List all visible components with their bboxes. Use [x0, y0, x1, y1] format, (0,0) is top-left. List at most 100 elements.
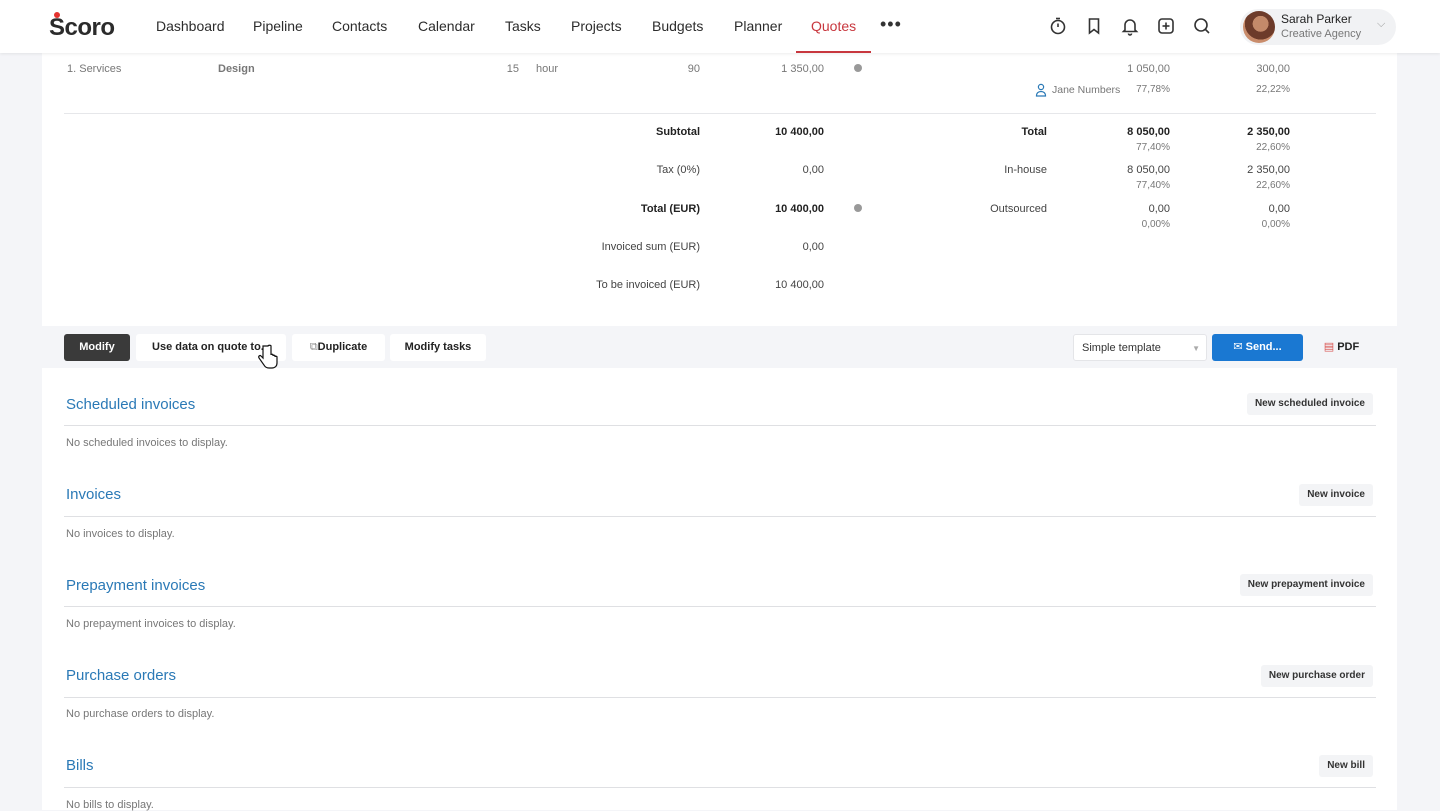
prepayment-invoices-empty: No prepayment invoices to display.: [66, 618, 236, 630]
logo-dot: [54, 12, 60, 18]
user-organization: Creative Agency: [1281, 28, 1362, 40]
invoiced-sum-value: 0,00: [802, 241, 824, 253]
user-menu[interactable]: Sarah Parker Creative Agency ⌵: [1240, 9, 1396, 45]
purchase-orders-title[interactable]: Purchase orders: [66, 667, 176, 684]
profit-outsourced-cost-pct: 0,00%: [1141, 219, 1170, 230]
new-invoice-button[interactable]: New invoice: [1299, 484, 1373, 506]
scheduled-invoices-empty: No scheduled invoices to display.: [66, 437, 228, 449]
nav-tasks[interactable]: Tasks: [505, 18, 541, 34]
subtotal-label: Subtotal: [656, 126, 700, 138]
nav-dashboard[interactable]: Dashboard: [156, 18, 225, 34]
profit-outsourced-cost: 0,00: [1148, 203, 1170, 215]
duplicate-button[interactable]: ⧉Duplicate: [292, 334, 385, 361]
profit-total-margin: 2 350,00: [1247, 126, 1290, 138]
quote-details-card: 1. Services Design 15 hour 90 1 350,00 1…: [42, 53, 1397, 326]
line-item-name: 1. Services: [67, 63, 122, 75]
nav-budgets[interactable]: Budgets: [652, 18, 703, 34]
duplicate-label: Duplicate: [317, 341, 368, 353]
assignee-percent: 77,78%: [1136, 84, 1170, 95]
profit-inhouse-cost-pct: 77,40%: [1136, 180, 1170, 191]
more-icon[interactable]: •••: [880, 14, 902, 35]
line-item-product: Design: [218, 63, 255, 75]
template-select-value: Simple template: [1082, 342, 1161, 354]
bookmark-icon[interactable]: [1084, 16, 1104, 36]
pdf-button[interactable]: ▤ PDF: [1309, 334, 1374, 361]
divider: [64, 606, 1376, 607]
hand-cursor-icon: [258, 344, 278, 369]
profit-inhouse-label: In-house: [1004, 164, 1047, 176]
invoices-title[interactable]: Invoices: [66, 486, 121, 503]
quote-action-bar: Modify Use data on quote to... ⧉Duplicat…: [42, 326, 1397, 368]
pdf-icon: ▤: [1323, 341, 1338, 353]
margin-percent: 22,22%: [1256, 84, 1290, 95]
line-item-cost: 1 050,00: [1127, 63, 1170, 75]
template-select[interactable]: Simple template ▼: [1073, 334, 1207, 361]
prepayment-invoices-title[interactable]: Prepayment invoices: [66, 577, 205, 594]
bills-empty: No bills to display.: [66, 799, 154, 811]
profit-inhouse-margin: 2 350,00: [1247, 164, 1290, 176]
assignee-name: Jane Numbers: [1052, 84, 1121, 96]
profit-inhouse-margin-pct: 22,60%: [1256, 180, 1290, 191]
envelope-icon: ✉: [1233, 341, 1246, 353]
duplicate-icon: ⧉: [309, 341, 318, 353]
status-dot: [854, 204, 862, 212]
status-dot: [854, 64, 862, 72]
person-icon: [1035, 83, 1047, 97]
divider: [64, 697, 1376, 698]
nav-projects[interactable]: Projects: [571, 18, 622, 34]
profit-total-label: Total: [1021, 126, 1047, 138]
line-item-qty: 15: [506, 63, 519, 75]
profit-total-cost-pct: 77,40%: [1136, 142, 1170, 153]
line-item-unit: hour: [536, 63, 559, 75]
new-purchase-order-button[interactable]: New purchase order: [1260, 665, 1373, 687]
modify-button[interactable]: Modify: [64, 334, 130, 361]
divider: [64, 787, 1376, 788]
chevron-down-icon: ⌵: [1377, 18, 1386, 30]
bills-title[interactable]: Bills: [66, 757, 94, 774]
new-scheduled-invoice-button[interactable]: New scheduled invoice: [1246, 393, 1373, 415]
search-icon[interactable]: [1192, 16, 1212, 36]
scheduled-invoices-title[interactable]: Scheduled invoices: [66, 396, 195, 413]
invoiced-sum-label: Invoiced sum (EUR): [601, 241, 700, 253]
profit-inhouse-cost: 8 050,00: [1127, 164, 1170, 176]
scoro-logo[interactable]: Scoro: [49, 12, 115, 42]
nav-calendar[interactable]: Calendar: [418, 18, 475, 34]
profit-outsourced-margin-pct: 0,00%: [1261, 219, 1290, 230]
profit-total-margin-pct: 22,60%: [1256, 142, 1290, 153]
modify-tasks-button[interactable]: Modify tasks: [390, 334, 486, 361]
timer-icon[interactable]: [1048, 16, 1068, 36]
total-value: 10 400,00: [775, 203, 824, 215]
active-tab-indicator: [796, 51, 871, 53]
line-item-sum: 1 350,00: [781, 63, 824, 75]
to-be-invoiced-label: To be invoiced (EUR): [596, 279, 700, 291]
nav-pipeline[interactable]: Pipeline: [253, 18, 303, 34]
invoices-empty: No invoices to display.: [66, 528, 175, 540]
new-bill-button[interactable]: New bill: [1319, 755, 1373, 777]
nav-quotes[interactable]: Quotes: [811, 18, 856, 34]
send-button[interactable]: ✉ Send...: [1212, 334, 1303, 361]
related-documents-panel: Scheduled invoices New scheduled invoice…: [42, 368, 1397, 811]
bell-icon[interactable]: [1120, 16, 1140, 36]
total-label: Total (EUR): [640, 203, 700, 215]
send-label: Send...: [1245, 341, 1282, 353]
tax-value: 0,00: [802, 164, 824, 176]
nav-planner[interactable]: Planner: [734, 18, 782, 34]
new-prepayment-invoice-button[interactable]: New prepayment invoice: [1239, 574, 1373, 596]
profit-outsourced-label: Outsourced: [990, 203, 1047, 215]
line-item-margin: 300,00: [1256, 63, 1290, 75]
divider: [64, 113, 1376, 114]
user-name: Sarah Parker: [1281, 12, 1352, 26]
pdf-label: PDF: [1337, 341, 1360, 353]
profit-outsourced-margin: 0,00: [1268, 203, 1290, 215]
tax-label: Tax (0%): [656, 164, 700, 176]
top-navigation-bar: Scoro Dashboard Pipeline Contacts Calend…: [0, 0, 1440, 53]
divider: [64, 516, 1376, 517]
line-item-price: 90: [687, 63, 700, 75]
avatar: [1243, 11, 1275, 43]
profit-total-cost: 8 050,00: [1127, 126, 1170, 138]
add-icon[interactable]: [1156, 16, 1176, 36]
purchase-orders-empty: No purchase orders to display.: [66, 708, 215, 720]
to-be-invoiced-value: 10 400,00: [775, 279, 824, 291]
chevron-down-icon: ▼: [1192, 344, 1200, 353]
nav-contacts[interactable]: Contacts: [332, 18, 387, 34]
